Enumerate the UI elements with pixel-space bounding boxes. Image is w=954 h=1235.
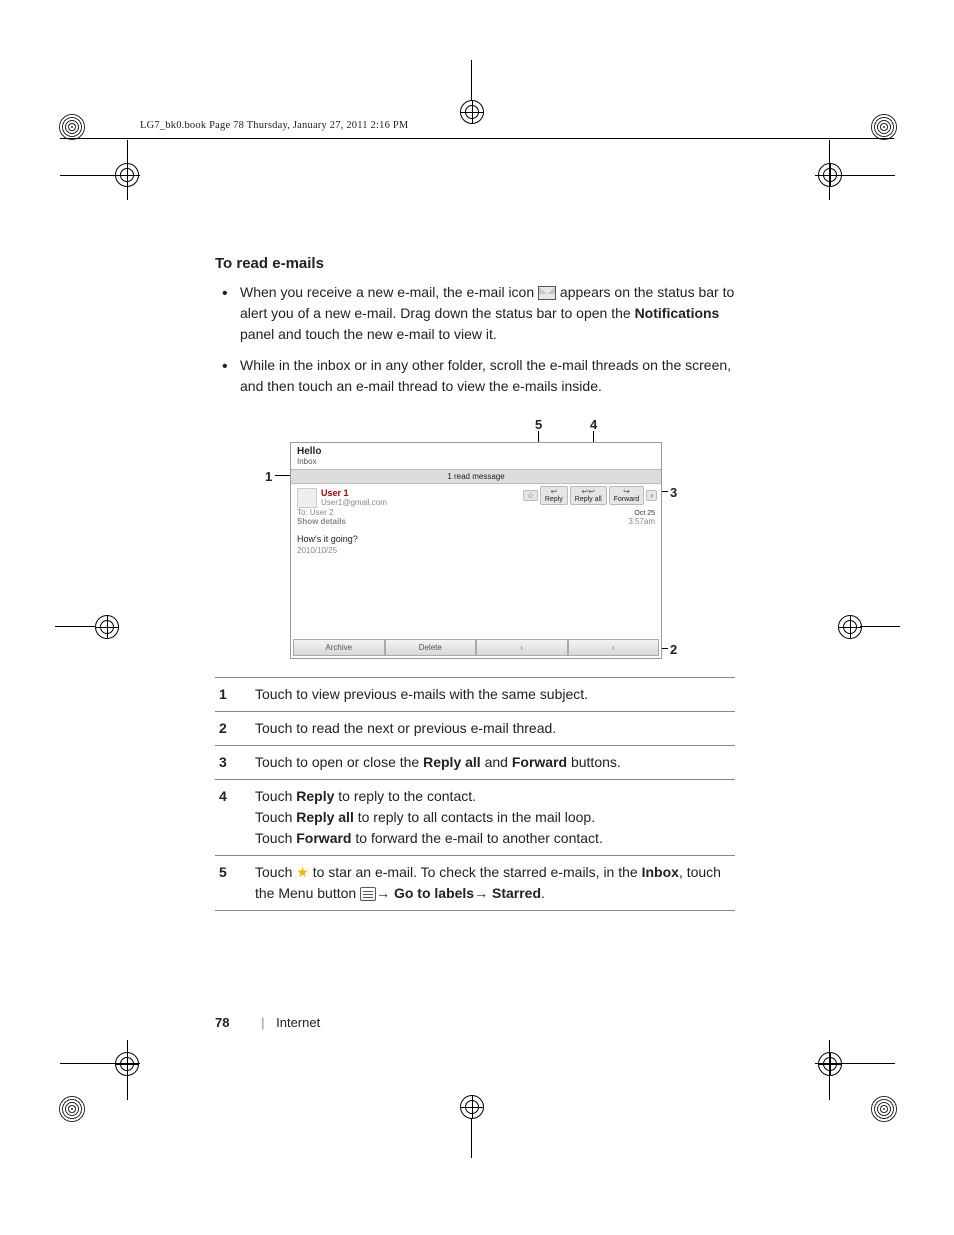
crop-line — [815, 1063, 895, 1064]
legend-text: Touch ★ to star an e-mail. To check the … — [251, 856, 735, 911]
footer-separator: | — [261, 1015, 264, 1030]
legend-text: Touch to read the next or previous e-mai… — [251, 712, 735, 746]
footer-section: Internet — [276, 1015, 320, 1030]
crop-rosette-icon — [58, 113, 86, 141]
menu-icon — [360, 887, 376, 901]
crop-line — [127, 1040, 128, 1100]
bullet-item: While in the inbox or in any other folde… — [240, 355, 735, 397]
email-folder: Inbox — [291, 457, 661, 466]
crop-rosette-icon — [870, 1095, 898, 1123]
section-heading: To read e-mails — [215, 255, 735, 272]
table-row: 3 Touch to open or close the Reply all a… — [215, 746, 735, 780]
crop-line — [860, 626, 900, 627]
legend-num: 1 — [215, 678, 251, 712]
show-details[interactable]: Show details — [297, 517, 655, 526]
crop-target-icon — [818, 1052, 842, 1076]
legend-text: Touch Reply to reply to the contact. Tou… — [251, 780, 735, 856]
legend-num: 5 — [215, 856, 251, 911]
recipient-line: To: User 2 — [297, 508, 655, 517]
legend-text: Touch to view previous e-mails with the … — [251, 678, 735, 712]
reply-button[interactable]: ↩Reply — [540, 486, 568, 505]
legend-num: 3 — [215, 746, 251, 780]
prev-thread-button[interactable]: ‹ — [476, 639, 568, 656]
avatar-icon — [297, 488, 317, 508]
page-footer: 78 | Internet — [215, 1015, 320, 1030]
expand-chevron[interactable]: › — [646, 490, 657, 501]
message-date: Oct 253:57am — [628, 510, 655, 526]
mail-icon — [538, 286, 556, 300]
crop-line — [471, 1118, 472, 1158]
message-body-date: 2010/10/25 — [291, 544, 661, 557]
legend-num: 4 — [215, 780, 251, 856]
crop-rosette-icon — [870, 113, 898, 141]
crop-target-icon — [838, 615, 862, 639]
figure: 5 4 1 3 2 Hello Inbox 1 read message Use… — [270, 417, 670, 662]
callout-3: 3 — [670, 485, 677, 500]
star-icon: ★ — [296, 864, 309, 880]
crop-target-icon — [95, 615, 119, 639]
crop-line — [60, 175, 140, 176]
forward-button[interactable]: ↪Forward — [609, 486, 645, 505]
email-screen: Hello Inbox 1 read message User 1 User1@… — [290, 442, 662, 659]
header-rule — [60, 138, 894, 139]
document-header: LG7_bk0.book Page 78 Thursday, January 2… — [140, 120, 408, 131]
bottom-bar: Archive Delete ‹ › — [293, 639, 659, 656]
next-thread-button[interactable]: › — [568, 639, 660, 656]
crop-target-icon — [460, 1095, 484, 1119]
delete-button[interactable]: Delete — [385, 639, 477, 656]
callout-1: 1 — [265, 469, 272, 484]
table-row: 5 Touch ★ to star an e-mail. To check th… — [215, 856, 735, 911]
callout-4: 4 — [590, 417, 597, 432]
page-content: To read e-mails When you receive a new e… — [215, 255, 735, 911]
callout-5: 5 — [535, 417, 542, 432]
table-row: 2 Touch to read the next or previous e-m… — [215, 712, 735, 746]
crop-rosette-icon — [58, 1095, 86, 1123]
page-number: 78 — [215, 1015, 229, 1030]
action-row: ☆ ↩Reply ↩↩Reply all ↪Forward › — [523, 486, 657, 505]
crop-line — [829, 1040, 830, 1100]
crop-line — [60, 1063, 140, 1064]
crop-line — [55, 626, 95, 627]
crop-line — [471, 60, 472, 100]
table-row: 1 Touch to view previous e-mails with th… — [215, 678, 735, 712]
legend-text: Touch to open or close the Reply all and… — [251, 746, 735, 780]
bullet-item: When you receive a new e-mail, the e-mai… — [240, 282, 735, 345]
read-message-bar[interactable]: 1 read message — [291, 469, 661, 484]
callout-2: 2 — [670, 642, 677, 657]
reply-all-button[interactable]: ↩↩Reply all — [570, 486, 607, 505]
table-row: 4 Touch Reply to reply to the contact. T… — [215, 780, 735, 856]
crop-line — [829, 140, 830, 200]
legend-num: 2 — [215, 712, 251, 746]
crop-target-icon — [460, 100, 484, 124]
legend-table: 1 Touch to view previous e-mails with th… — [215, 677, 735, 911]
star-button[interactable]: ☆ — [523, 490, 538, 501]
message-block: User 1 User1@gmail.com To: User 2 Show d… — [291, 484, 661, 534]
crop-line — [815, 175, 895, 176]
archive-button[interactable]: Archive — [293, 639, 385, 656]
crop-line — [127, 140, 128, 200]
email-subject: Hello — [291, 443, 661, 457]
message-body: How's it going? — [291, 534, 661, 544]
